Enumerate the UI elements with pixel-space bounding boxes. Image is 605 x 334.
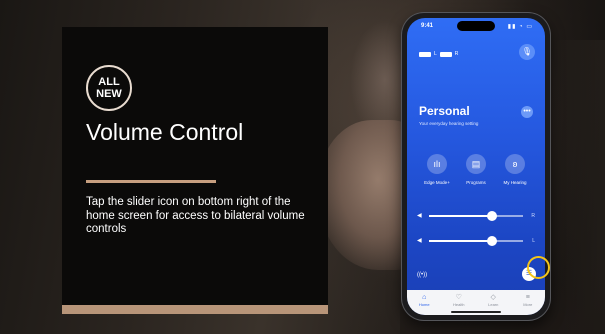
phone-mockup: 9:41 ▮▮ ◔ ▭ L R 🎙 Personal Your everyday… (402, 13, 550, 320)
program-subtitle: Your everyday hearing setting (419, 121, 479, 126)
battery-left-icon (419, 51, 431, 57)
slider-knob[interactable] (486, 236, 497, 246)
dynamic-island (457, 21, 495, 31)
title-divider (86, 180, 216, 183)
waveform-icon: ılı (427, 154, 447, 174)
all-new-badge: ALL NEW (86, 65, 132, 111)
battery-left-label: L (434, 51, 437, 57)
speaker-icon: ◀ (417, 213, 422, 219)
hearing-aid-battery-status: L R (419, 49, 458, 59)
badge-line-1: ALL (98, 76, 120, 88)
signal-wifi-battery-icon: ▮▮ ◔ ▭ (507, 24, 533, 30)
programs-label: Programs (466, 180, 486, 185)
slider-fill (429, 240, 492, 242)
ear-icon: ʚ (505, 154, 525, 174)
panel-accent-bar (62, 305, 328, 314)
edge-mode-button[interactable]: ılı Edge Mode+ (417, 154, 457, 185)
battery-right-label: R (454, 51, 459, 57)
tab-more-label: More (523, 302, 533, 307)
slider-button-highlight-ring (527, 256, 550, 279)
home-indicator (451, 311, 501, 313)
program-name: Personal (419, 104, 470, 118)
tab-health-label: Health (452, 302, 465, 307)
tab-home-label: Home (418, 302, 430, 307)
slide-description: Tap the slider icon on bottom right of t… (86, 196, 305, 235)
my-hearing-button[interactable]: ʚ My Hearing (495, 154, 535, 185)
speaker-icon: ◀ (417, 238, 422, 244)
slide-title: Volume Control (86, 119, 244, 145)
slider-track (429, 236, 523, 246)
tab-home[interactable]: ⌂ Home (407, 290, 442, 315)
slider-fill (429, 215, 492, 217)
right-volume-slider[interactable]: ◀ R (417, 211, 535, 221)
slider-side-label: R (531, 213, 535, 219)
badge-line-2: NEW (96, 88, 122, 100)
learn-icon: ◇ (490, 294, 496, 301)
left-volume-slider[interactable]: ◀ L (417, 236, 535, 246)
home-icon: ⌂ (422, 294, 427, 301)
menu-icon: ≡ (525, 294, 530, 301)
slider-knob[interactable] (486, 211, 497, 221)
health-icon: ♡ (455, 294, 462, 301)
battery-right-icon (439, 51, 452, 57)
status-bar: 9:41 ▮▮ ◔ ▭ (407, 18, 545, 34)
status-time: 9:41 (421, 23, 434, 29)
tab-learn-label: Learn (488, 302, 499, 307)
streaming-icon[interactable]: ((•)) (417, 272, 427, 278)
tab-more[interactable]: ≡ More (511, 290, 546, 315)
app-screen: 9:41 ▮▮ ◔ ▭ L R 🎙 Personal Your everyday… (407, 18, 545, 315)
programs-icon: ▤ (466, 154, 486, 174)
edge-mode-label: Edge Mode+ (424, 180, 450, 185)
slider-track (429, 211, 523, 221)
my-hearing-label: My Hearing (503, 180, 527, 185)
slider-side-label: L (532, 238, 535, 244)
more-options-button[interactable]: ••• (521, 106, 533, 118)
programs-button[interactable]: ▤ Programs (456, 154, 496, 185)
microphone-button[interactable]: 🎙 (519, 44, 535, 60)
